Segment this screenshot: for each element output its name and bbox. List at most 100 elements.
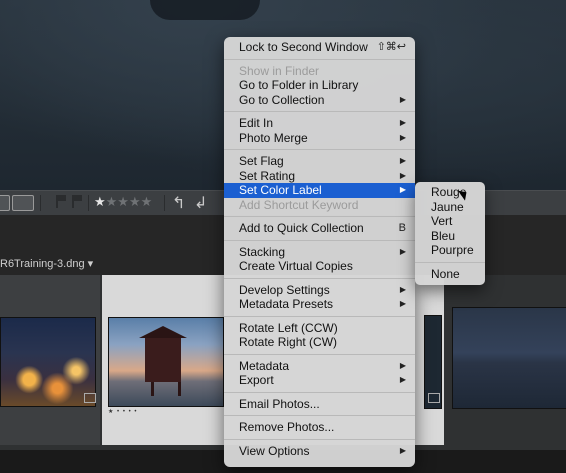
submenu-arrow-icon: ▶ (399, 246, 406, 256)
thumbnail-city-night[interactable] (0, 317, 96, 407)
menu-separator (224, 277, 415, 279)
color-label-submenu: Rouge Jaune Vert Bleu Pourpre None (415, 182, 485, 285)
thumbnail-rating: ★ • • • • (108, 409, 138, 415)
menu-item-export[interactable]: Export ▶ (224, 373, 415, 388)
menu-item-go-to-collection[interactable]: Go to Collection ▶ (224, 93, 415, 108)
submenu-item-none[interactable]: None (415, 267, 485, 282)
star-filled-icon[interactable]: ★ (94, 194, 106, 209)
filmstrip-cell[interactable] (0, 275, 100, 445)
thumbnail-badge-icon (428, 393, 440, 403)
menu-separator (224, 391, 415, 393)
menu-item-photo-merge[interactable]: Photo Merge ▶ (224, 131, 415, 146)
submenu-item-vert[interactable]: Vert (415, 214, 485, 229)
menu-separator (224, 111, 415, 112)
menu-item-label: Rotate Right (CW) (239, 335, 338, 349)
pick-flag-icon[interactable] (56, 195, 66, 208)
menu-item-edit-in[interactable]: Edit In ▶ (224, 116, 415, 131)
menu-separator (224, 315, 415, 317)
submenu-item-pourpre[interactable]: Pourpre (415, 243, 485, 258)
menu-separator (224, 239, 415, 241)
submenu-arrow-icon: ▶ (399, 132, 406, 142)
lifeguard-hut-shape (139, 326, 187, 382)
context-menu: Lock to Second Window ⇧⌘↩ Show in Finder… (224, 37, 415, 467)
rotate-right-icon[interactable]: ↲ (194, 193, 207, 213)
menu-item-rotate-left[interactable]: Rotate Left (CCW) (224, 321, 415, 336)
menu-item-label: Set Rating (239, 168, 296, 183)
menu-separator (224, 353, 415, 355)
menu-item-add-shortcut-keyword: Add Shortcut Keyword (224, 198, 415, 213)
menu-item-label: Email Photos... (239, 396, 320, 411)
menu-item-label: Remove Photos... (239, 420, 335, 434)
thumbnail-badge-icon (84, 393, 96, 403)
menu-item-label: Add Shortcut Keyword (239, 197, 359, 212)
thumbnail-dusk-coast[interactable] (452, 307, 566, 409)
menu-item-email-photos[interactable]: Email Photos... (224, 397, 415, 412)
loupe-image-detail (150, 0, 260, 20)
submenu-arrow-icon: ▶ (399, 445, 406, 455)
star-rating[interactable]: ★★★★★ (94, 194, 152, 210)
menu-item-lock-to-second-window[interactable]: Lock to Second Window ⇧⌘↩ (224, 40, 415, 55)
menu-item-set-rating[interactable]: Set Rating ▶ (224, 169, 415, 184)
menu-item-rotate-right[interactable]: Rotate Right (CW) (224, 335, 415, 350)
rotate-left-icon[interactable]: ↰ (172, 193, 185, 213)
people-view-icon[interactable] (12, 195, 34, 211)
menu-separator (224, 58, 415, 60)
submenu-arrow-icon: ▶ (399, 94, 406, 104)
submenu-arrow-icon: ▶ (399, 156, 406, 165)
menu-item-label: Metadata Presets (239, 297, 334, 311)
menu-separator (224, 415, 415, 416)
menu-shortcut: B (398, 222, 406, 234)
submenu-arrow-icon: ▶ (399, 170, 406, 180)
submenu-item-jaune[interactable]: Jaune (415, 200, 485, 215)
menu-item-metadata[interactable]: Metadata ▶ (224, 359, 415, 374)
menu-item-label: Go to Collection (239, 92, 325, 107)
submenu-arrow-icon: ▶ (399, 284, 406, 294)
toolbar-divider (164, 195, 165, 211)
menu-item-label: Go to Folder in Library (239, 78, 359, 92)
submenu-arrow-icon: ▶ (399, 185, 406, 194)
menu-item-label: Stacking (239, 244, 286, 259)
menu-item-remove-photos[interactable]: Remove Photos... (224, 420, 415, 435)
menu-item-set-color-label[interactable]: Set Color Label ▶ (224, 183, 415, 198)
menu-separator (224, 149, 415, 150)
menu-item-label: Rotate Left (CCW) (239, 320, 338, 335)
menu-item-label: Photo Merge (239, 130, 308, 145)
menu-separator (224, 216, 415, 217)
menu-shortcut: ⇧⌘↩ (376, 41, 406, 53)
menu-item-stacking[interactable]: Stacking ▶ (224, 245, 415, 260)
menu-item-label: Add to Quick Collection (239, 221, 364, 235)
menu-item-add-to-quick-collection[interactable]: Add to Quick Collection B (224, 221, 415, 236)
menu-item-label: Edit In (239, 116, 274, 130)
submenu-arrow-icon: ▶ (399, 299, 406, 308)
lifeguard-hut-legs (151, 382, 181, 396)
menu-item-go-to-folder[interactable]: Go to Folder in Library (224, 78, 415, 93)
submenu-arrow-icon: ▶ (399, 375, 406, 384)
submenu-arrow-icon: ▶ (399, 360, 406, 370)
star-empty-icon[interactable]: ★★★★ (106, 194, 153, 209)
menu-item-label: Create Virtual Copies (239, 259, 353, 273)
menu-item-show-in-finder: Show in Finder (224, 64, 415, 79)
toolbar-divider (88, 195, 89, 211)
menu-item-label: View Options (239, 443, 310, 458)
submenu-arrow-icon: ▶ (399, 118, 406, 127)
menu-item-label: Set Flag (239, 154, 284, 168)
menu-item-label: Develop Settings (239, 282, 330, 297)
menu-item-develop-settings[interactable]: Develop Settings ▶ (224, 283, 415, 298)
submenu-item-rouge[interactable]: Rouge (415, 185, 485, 200)
reject-flag-icon[interactable] (72, 195, 82, 208)
menu-item-label: Set Color Label (239, 183, 322, 197)
menu-item-set-flag[interactable]: Set Flag ▶ (224, 154, 415, 169)
menu-separator (224, 438, 415, 440)
toolbar-divider (40, 195, 41, 211)
menu-item-label: Metadata (239, 358, 290, 373)
menu-item-create-virtual-copies[interactable]: Create Virtual Copies (224, 259, 415, 274)
menu-separator (415, 261, 485, 263)
filename-dropdown[interactable]: R6Training-3.dng ▾ (0, 257, 93, 270)
thumbnail-lifeguard-hut[interactable] (108, 317, 224, 407)
menu-item-metadata-presets[interactable]: Metadata Presets ▶ (224, 297, 415, 312)
view-mode-icon[interactable] (0, 195, 10, 211)
menu-item-label: Lock to Second Window (239, 40, 368, 54)
submenu-item-bleu[interactable]: Bleu (415, 229, 485, 244)
menu-item-label: Export (239, 373, 274, 387)
menu-item-view-options[interactable]: View Options ▶ (224, 444, 415, 459)
